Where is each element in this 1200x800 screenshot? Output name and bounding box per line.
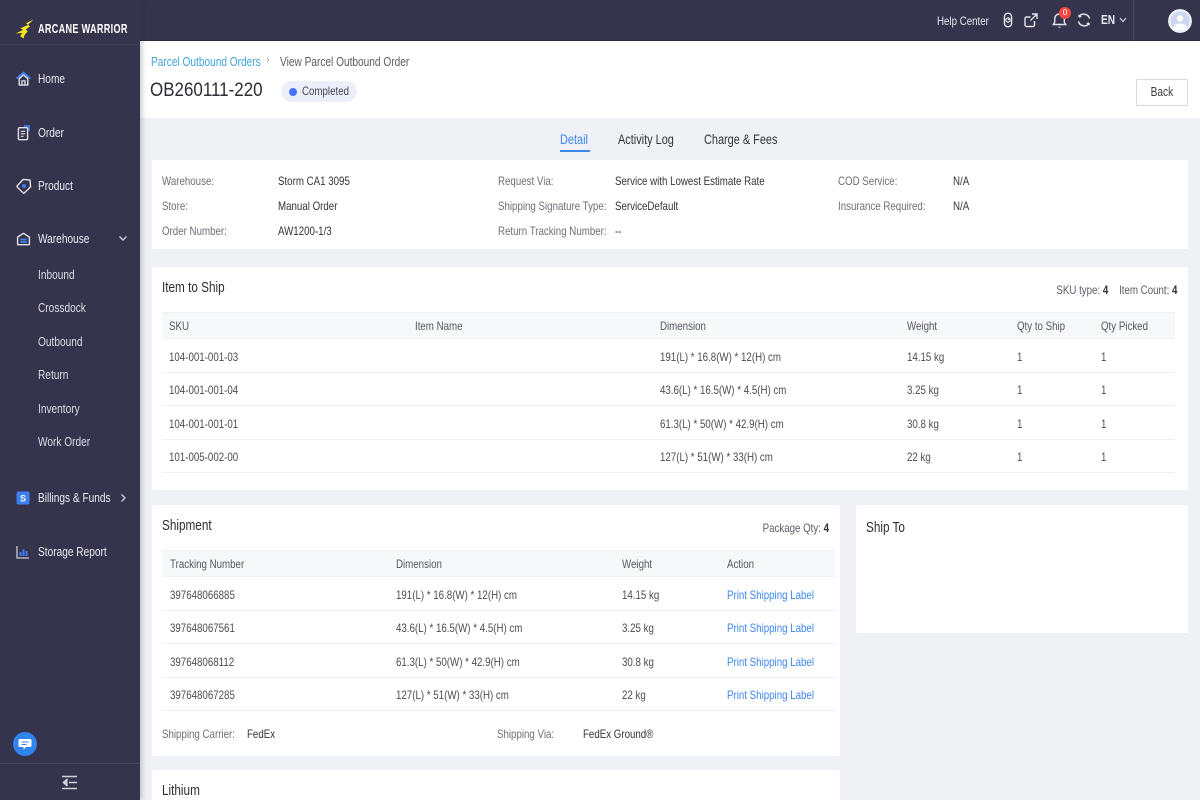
svg-text:S: S [20, 494, 26, 504]
